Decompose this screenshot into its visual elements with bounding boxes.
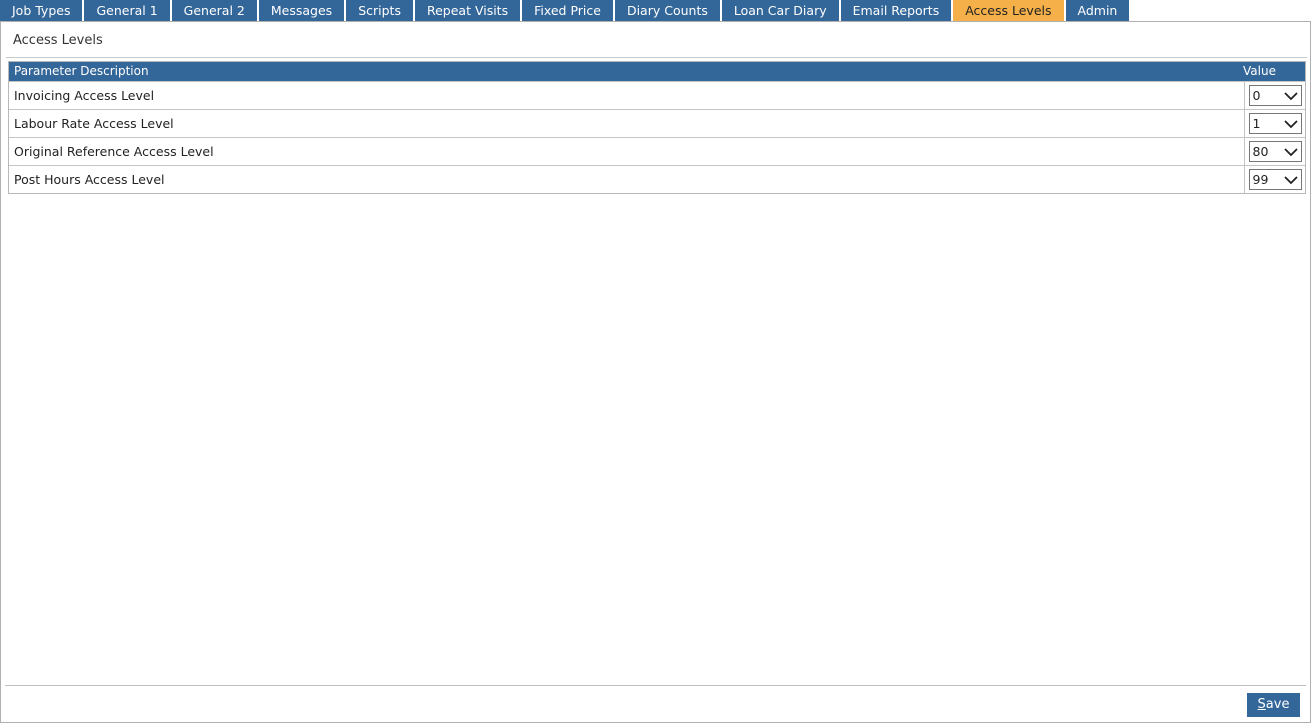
tab-access-levels[interactable]: Access Levels	[953, 0, 1064, 21]
tab-scripts[interactable]: Scripts	[346, 0, 413, 21]
footer-divider	[5, 685, 1306, 686]
access-levels-panel: Access Levels Parameter Description Valu…	[0, 21, 1311, 723]
tab-repeat-visits[interactable]: Repeat Visits	[414, 0, 521, 21]
tab-diary-counts[interactable]: Diary Counts	[614, 0, 720, 21]
grid-header: Parameter Description Value	[9, 62, 1305, 81]
select-value: 80	[1252, 144, 1269, 159]
original-reference-access-level-select[interactable]: 80	[1248, 141, 1302, 162]
post-hours-access-level-select[interactable]: 99	[1248, 169, 1302, 190]
row-description: Labour Rate Access Level	[14, 116, 174, 131]
row-description: Invoicing Access Level	[14, 88, 155, 103]
row-description: Original Reference Access Level	[14, 144, 214, 159]
tab-general-1[interactable]: General 1	[84, 0, 170, 21]
chevron-down-icon	[1283, 147, 1298, 156]
table-row: Invoicing Access Level 0	[9, 81, 1305, 109]
tab-job-types[interactable]: Job Types	[0, 0, 83, 21]
chevron-down-icon	[1283, 175, 1298, 184]
tab-loan-car-diary[interactable]: Loan Car Diary	[721, 0, 839, 21]
chevron-down-icon	[1283, 91, 1298, 100]
labour-rate-access-level-select[interactable]: 1	[1248, 113, 1302, 134]
tab-bar: Job Types General 1 General 2 Messages S…	[0, 0, 1131, 21]
row-value-cell: 1	[1244, 110, 1305, 137]
row-description: Post Hours Access Level	[14, 172, 165, 187]
chevron-down-icon	[1283, 119, 1298, 128]
table-row: Labour Rate Access Level 1	[9, 109, 1305, 137]
row-value-cell: 99	[1244, 166, 1305, 193]
select-value: 1	[1252, 116, 1261, 131]
tab-messages[interactable]: Messages	[258, 0, 345, 21]
save-hotkey-letter: S	[1257, 697, 1266, 712]
section-title: Access Levels	[13, 33, 103, 48]
tab-admin[interactable]: Admin	[1065, 0, 1130, 21]
table-row: Original Reference Access Level 80	[9, 137, 1305, 165]
tab-general-2[interactable]: General 2	[171, 0, 257, 21]
tab-fixed-price[interactable]: Fixed Price	[522, 0, 613, 21]
parameters-grid: Parameter Description Value Invoicing Ac…	[8, 61, 1306, 194]
tab-email-reports[interactable]: Email Reports	[840, 0, 952, 21]
row-value-cell: 0	[1244, 82, 1305, 109]
row-value-cell: 80	[1244, 138, 1305, 165]
table-row: Post Hours Access Level 99	[9, 165, 1305, 193]
select-value: 0	[1252, 88, 1261, 103]
title-divider	[6, 57, 1307, 58]
invoicing-access-level-select[interactable]: 0	[1248, 85, 1302, 106]
save-label-rest: ave	[1265, 697, 1290, 712]
header-description: Parameter Description	[14, 64, 149, 78]
save-button[interactable]: Save	[1247, 693, 1300, 717]
select-value: 99	[1252, 172, 1269, 187]
header-value: Value	[1243, 64, 1276, 78]
